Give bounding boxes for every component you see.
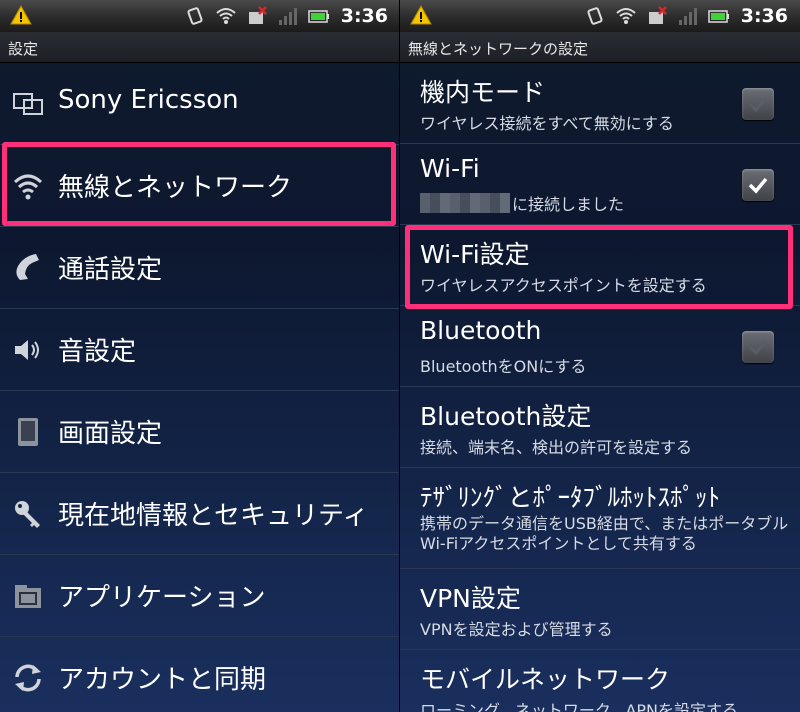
setting-title: モバイルネットワーク (420, 665, 671, 694)
check-icon (748, 177, 768, 194)
signal-icon (678, 8, 697, 25)
speaker-icon (15, 340, 39, 360)
sony-ericsson-icon (13, 93, 43, 115)
sidebar-item-label: 画面設定 (58, 419, 163, 449)
redacted-ssid (420, 193, 510, 213)
sim-error-icon (248, 6, 267, 24)
settings-item-location-security[interactable]: 現在地情報とセキュリティ (0, 473, 400, 555)
status-bar: 3:36 (0, 0, 400, 32)
phone-icon (16, 254, 39, 280)
status-icons: 3:36 (584, 0, 800, 32)
clock: 3:36 (340, 5, 388, 27)
settings-item-sound[interactable]: 音設定 (0, 309, 400, 391)
page-title-bar: 無線とネットワークの設定 (400, 32, 800, 63)
check-icon (748, 340, 768, 356)
signal-icon (278, 8, 297, 25)
setting-airplane-mode[interactable]: 機内モード ワイヤレス接続をすべて無効にする (400, 63, 800, 144)
setting-vpn[interactable]: VPN設定 VPNを設定および管理する (400, 569, 800, 650)
sidebar-item-label: 通話設定 (58, 255, 163, 285)
warning-icon[interactable] (10, 5, 32, 25)
settings-item-sony-ericsson[interactable]: Sony Ericsson (0, 63, 400, 145)
display-icon (18, 418, 38, 446)
setting-subtitle: 接続、端末名、検出の許可を設定する (420, 438, 693, 457)
setting-subtitle-wrap: に接続しました (420, 191, 624, 215)
sidebar-item-label: 現在地情報とセキュリティ (58, 501, 369, 531)
setting-tethering-hotspot[interactable]: ﾃｻﾞﾘﾝｸﾞとﾎﾟｰﾀﾌﾞﾙﾎｯﾄｽﾎﾟｯﾄ 携帯のデータ通信をUSB経由で、… (400, 468, 800, 569)
wifi-icon (216, 8, 236, 24)
settings-item-display[interactable]: 画面設定 (0, 391, 400, 473)
page-title: 無線とネットワークの設定 (408, 40, 589, 58)
settings-item-call[interactable]: 通話設定 (0, 227, 400, 309)
setting-bluetooth-settings[interactable]: Bluetooth設定 接続、端末名、検出の許可を設定する (400, 387, 800, 468)
sync-icon (15, 664, 41, 692)
setting-title: 機内モード (420, 78, 546, 107)
setting-subtitle: VPNを設定および管理する (420, 620, 613, 639)
battery-icon (307, 10, 329, 23)
setting-mobile-network[interactable]: モバイルネットワーク ローミング、ネットワーク、APNを設定する (400, 650, 800, 712)
setting-title: Wi-Fi (420, 154, 480, 183)
sim-error-icon (648, 6, 667, 24)
setting-subtitle: ワイヤレス接続をすべて無効にする (420, 114, 674, 133)
setting-subtitle: BluetoothをONにする (420, 357, 587, 376)
sidebar-item-label: アプリケーション (58, 583, 266, 613)
airplane-mode-checkbox[interactable] (742, 88, 774, 120)
wireless-settings-panel: 3:36 無線とネットワークの設定 機内モード ワイヤレス接続をすべて無効にする… (400, 0, 800, 712)
page-title-bar: 設定 (0, 32, 400, 63)
bluetooth-checkbox[interactable] (742, 331, 774, 363)
wifi-checkbox[interactable] (742, 169, 774, 201)
key-icon (15, 501, 40, 528)
settings-item-applications[interactable]: アプリケーション (0, 555, 400, 637)
setting-title: VPN設定 (420, 584, 521, 613)
settings-panel: 3:36 設定 Sony Ericsson 無線とネットワーク 通話設定 音設定 (0, 0, 400, 712)
setting-bluetooth[interactable]: Bluetooth BluetoothをONにする (400, 306, 800, 387)
status-icons: 3:36 (184, 0, 400, 32)
setting-title: Bluetooth設定 (420, 402, 592, 431)
setting-title: Bluetooth (420, 316, 542, 345)
settings-item-accounts-sync[interactable]: アカウントと同期 (0, 637, 400, 712)
status-bar: 3:36 (400, 0, 800, 32)
sidebar-item-label: 音設定 (58, 337, 137, 367)
vibrate-icon (187, 7, 203, 25)
warning-icon[interactable] (410, 5, 432, 25)
check-icon (748, 97, 768, 113)
highlight-wifi-settings (405, 225, 793, 309)
vibrate-icon (587, 7, 603, 25)
setting-subtitle: ローミング、ネットワーク、APNを設定する (420, 701, 739, 712)
setting-subtitle: に接続しました (512, 195, 625, 214)
wifi-icon (616, 8, 636, 24)
applications-icon (15, 585, 41, 608)
setting-subtitle: 携帯のデータ通信をUSB経由で、またはポータブルWi-Fiアクセスポイントとして… (420, 514, 789, 553)
setting-title: ﾃｻﾞﾘﾝｸﾞとﾎﾟｰﾀﾌﾞﾙﾎｯﾄｽﾎﾟｯﾄ (420, 483, 721, 512)
battery-icon (707, 10, 729, 23)
clock: 3:36 (740, 5, 788, 27)
sidebar-item-label: Sony Ericsson (58, 85, 239, 115)
highlight-wireless (2, 142, 396, 226)
wireless-settings-list: 機内モード ワイヤレス接続をすべて無効にする Wi-Fi に接続しました Wi-… (400, 63, 800, 712)
screenshot-composite: 3:36 設定 Sony Ericsson 無線とネットワーク 通話設定 音設定 (0, 0, 800, 712)
sidebar-item-label: アカウントと同期 (58, 665, 267, 695)
page-title: 設定 (8, 40, 39, 58)
setting-wifi[interactable]: Wi-Fi に接続しました (400, 144, 800, 225)
